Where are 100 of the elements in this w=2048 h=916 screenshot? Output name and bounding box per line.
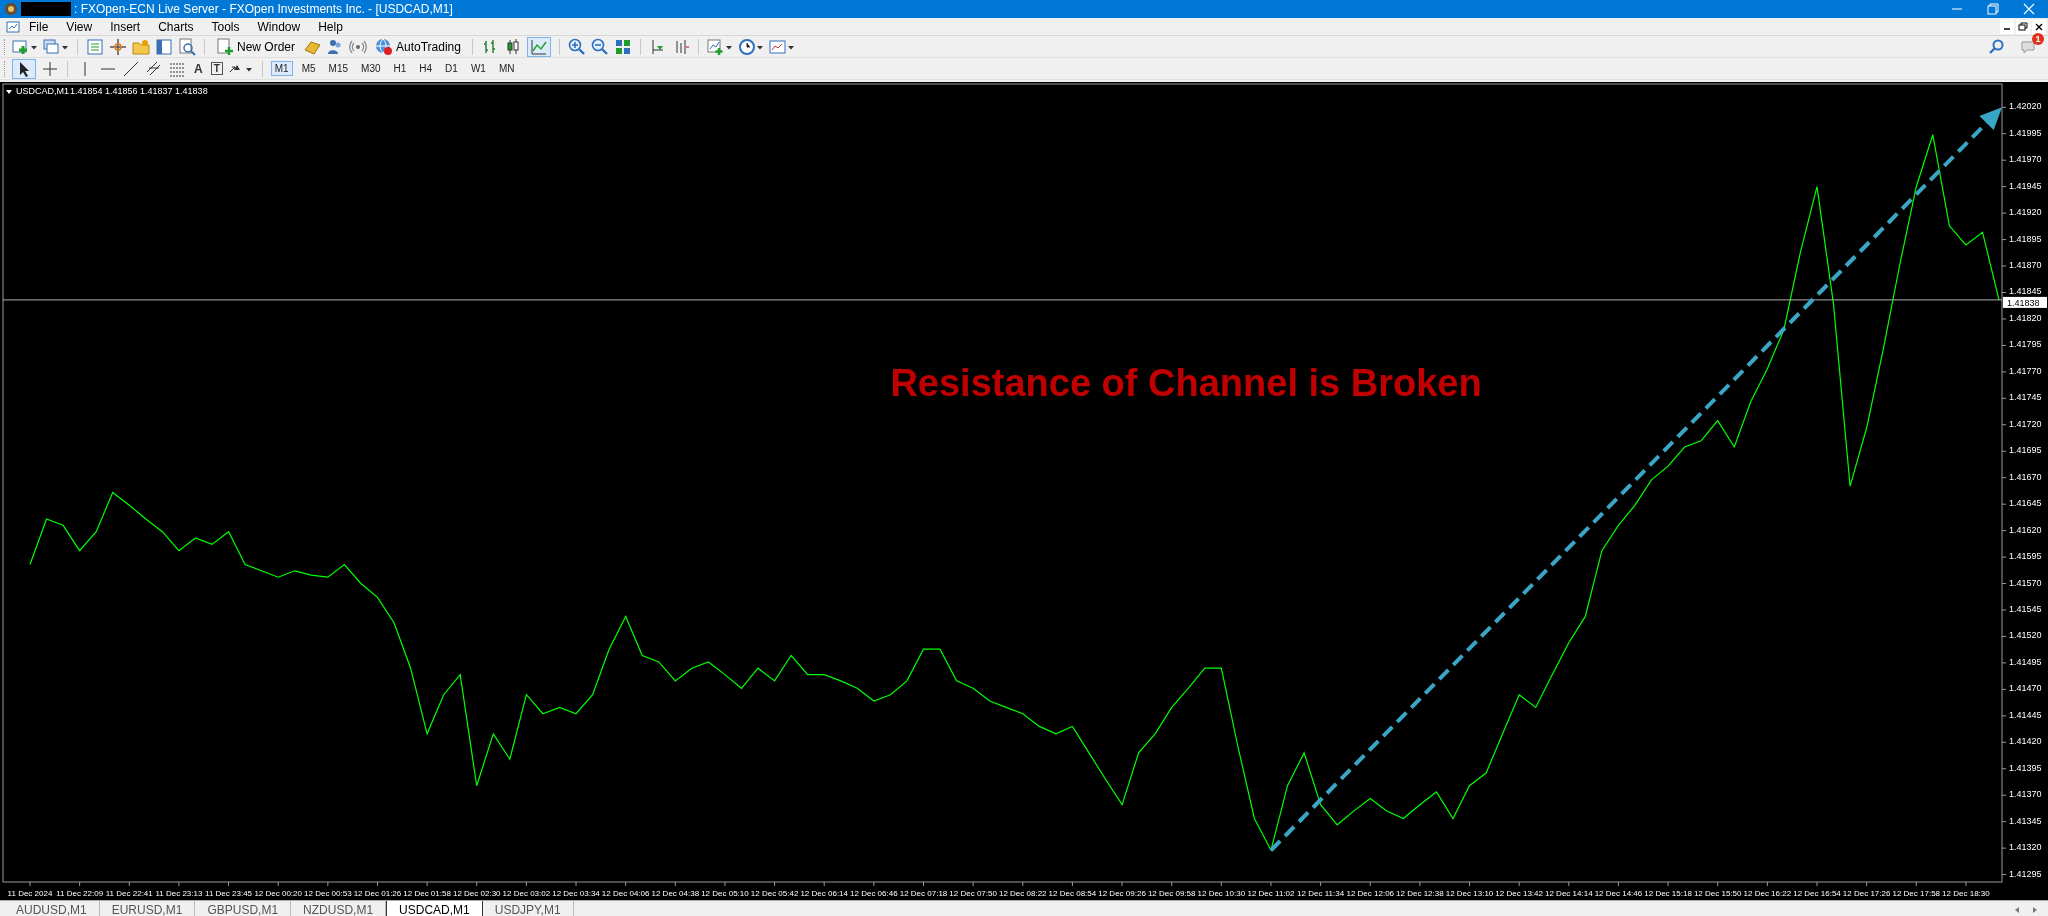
close-icon[interactable] bbox=[2032, 19, 2046, 34]
price-axis-label: 1.41420 bbox=[2009, 736, 2042, 747]
price-axis-label: 1.41970 bbox=[2009, 154, 2042, 165]
chart-symbol: USDCAD,M1 bbox=[16, 86, 69, 96]
chart-quote: 1.41854 1.41856 1.41837 1.41838 bbox=[70, 86, 208, 96]
ref-line-label: 1.41838 bbox=[2007, 297, 2040, 308]
time-axis-label: 12 Dec 16:22 bbox=[1743, 889, 1792, 898]
menu-item[interactable]: Window bbox=[248, 19, 310, 34]
time-axis-label: 12 Dec 00:53 bbox=[304, 889, 352, 898]
price-axis-label: 1.41745 bbox=[2009, 392, 2042, 403]
menu-item[interactable]: Help bbox=[309, 19, 352, 34]
time-axis-label: 12 Dec 06:46 bbox=[850, 889, 898, 898]
indicator-add-icon[interactable] bbox=[706, 37, 733, 56]
time-axis-label: 12 Dec 03:34 bbox=[552, 889, 600, 898]
timeframe-button[interactable]: D1 bbox=[441, 61, 462, 76]
time-axis-label: 12 Dec 17:26 bbox=[1842, 889, 1891, 898]
time-axis-label: 12 Dec 14:14 bbox=[1545, 889, 1593, 898]
new-order-button[interactable]: New Order bbox=[213, 36, 298, 57]
chart-tab[interactable]: EURUSD,M1 bbox=[99, 901, 196, 916]
price-axis-label: 1.41720 bbox=[2009, 418, 2042, 429]
timeframe-button[interactable]: W1 bbox=[466, 61, 490, 76]
menu-item[interactable]: View bbox=[57, 19, 102, 34]
time-axis-label: 12 Dec 12:06 bbox=[1346, 889, 1395, 898]
time-axis-label: 12 Dec 04:38 bbox=[651, 889, 700, 898]
time-axis-label: 12 Dec 11:02 bbox=[1247, 889, 1295, 898]
price-axis-label: 1.41520 bbox=[2009, 630, 2042, 641]
window-title: : FXOpen-ECN Live Server - FXOpen Investments Inc. - [USDCAD,M1] bbox=[74, 2, 454, 16]
current-price-label: 1.41838 bbox=[2003, 296, 2047, 308]
time-axis-label: 12 Dec 06:14 bbox=[800, 889, 848, 898]
chart-annotation-text: Resistance of Channel is Broken bbox=[890, 362, 1482, 405]
price-axis-label: 1.41870 bbox=[2009, 260, 2042, 271]
time-axis-label: 12 Dec 07:18 bbox=[899, 889, 948, 898]
price-axis-label: 1.41370 bbox=[2009, 789, 2042, 800]
menu-item[interactable]: File bbox=[20, 19, 58, 34]
clock-icon[interactable] bbox=[737, 37, 764, 56]
menu-item[interactable]: Charts bbox=[149, 19, 203, 34]
magnifier-document-icon[interactable] bbox=[178, 37, 196, 56]
price-axis-label: 1.41345 bbox=[2009, 815, 2042, 826]
window-panel-icon[interactable] bbox=[155, 37, 173, 56]
price-axis-label: 1.41395 bbox=[2009, 762, 2042, 773]
dropdown-triangle-icon[interactable] bbox=[6, 90, 12, 94]
price-axis-label: 1.41320 bbox=[2009, 842, 2042, 853]
price-axis-label: 1.41570 bbox=[2009, 577, 2042, 588]
zoom-out-icon[interactable] bbox=[590, 37, 609, 56]
list-window-icon[interactable] bbox=[86, 37, 104, 56]
time-axis-label: 11 Dec 22:09 bbox=[56, 889, 104, 898]
price-axis-label: 1.41295 bbox=[2009, 868, 2042, 879]
price-axis-label: 1.41995 bbox=[2009, 127, 2042, 138]
time-axis-label: 12 Dec 04:06 bbox=[601, 889, 650, 898]
restore-icon[interactable] bbox=[2016, 19, 2030, 34]
menu-item[interactable]: Insert bbox=[101, 19, 150, 34]
time-axis-label: 12 Dec 13:10 bbox=[1445, 889, 1494, 898]
search-icon[interactable] bbox=[1988, 37, 2006, 56]
time-axis-label: 11 Dec 22:41 bbox=[105, 889, 153, 898]
channel-icon[interactable] bbox=[145, 59, 163, 78]
time-axis-label: 12 Dec 01:58 bbox=[403, 889, 451, 898]
new-chart-icon[interactable] bbox=[12, 37, 38, 56]
chart-tab[interactable]: USDJPY,M1 bbox=[482, 901, 574, 916]
time-axis-label: 12 Dec 08:22 bbox=[999, 889, 1047, 898]
timeframe-button[interactable]: H4 bbox=[415, 61, 437, 76]
chart-tab[interactable]: GBPUSD,M1 bbox=[195, 901, 292, 916]
time-axis-label: 12 Dec 15:18 bbox=[1644, 889, 1692, 898]
time-axis-label: 12 Dec 15:50 bbox=[1693, 889, 1742, 898]
line-chart-button[interactable] bbox=[526, 36, 551, 57]
timeframe-button[interactable]: MN bbox=[494, 61, 519, 76]
price-axis-label: 1.41670 bbox=[2009, 471, 2042, 482]
trendline-icon[interactable] bbox=[122, 59, 140, 78]
crosshair-icon[interactable] bbox=[41, 59, 59, 78]
price-axis-label: 1.41895 bbox=[2009, 233, 2042, 244]
tile-windows-icon[interactable] bbox=[613, 37, 632, 56]
timeframe-button[interactable]: M30 bbox=[357, 61, 385, 76]
time-axis-label: 11 Dec 23:13 bbox=[155, 889, 203, 898]
timeframe-button[interactable]: M1 bbox=[270, 61, 293, 76]
time-axis-label: 12 Dec 01:26 bbox=[353, 889, 402, 898]
template-icon[interactable] bbox=[768, 37, 795, 56]
price-axis-label: 1.41645 bbox=[2009, 498, 2042, 509]
timeframe-button[interactable]: M15 bbox=[324, 61, 353, 76]
minimize-icon[interactable] bbox=[2000, 19, 2014, 34]
price-axis-label: 1.41920 bbox=[2009, 207, 2042, 218]
timeframe-button[interactable]: M5 bbox=[297, 61, 320, 76]
price-axis-label: 1.41945 bbox=[2009, 180, 2042, 191]
time-axis-label: 12 Dec 08:54 bbox=[1048, 889, 1097, 898]
price-axis-label: 1.41495 bbox=[2009, 656, 2042, 667]
time-axis-label: 12 Dec 10:30 bbox=[1197, 889, 1246, 898]
windows-icon[interactable] bbox=[43, 37, 69, 56]
autotrading-button[interactable]: AutoTrading bbox=[372, 36, 464, 57]
time-axis-label: 12 Dec 09:26 bbox=[1098, 889, 1146, 898]
text-tool[interactable]: A bbox=[191, 61, 206, 76]
time-axis-label: 12 Dec 00:20 bbox=[254, 889, 302, 898]
timeframe-button[interactable]: H1 bbox=[389, 61, 411, 76]
text-label-tool[interactable]: T bbox=[210, 62, 223, 75]
menu-item[interactable]: Tools bbox=[202, 19, 249, 34]
chart-window-icon[interactable] bbox=[6, 19, 20, 34]
cursor-button[interactable] bbox=[12, 58, 36, 79]
zoom-in-icon[interactable] bbox=[567, 37, 586, 56]
time-axis-label: 12 Dec 11:34 bbox=[1297, 889, 1345, 898]
chart-tab[interactable]: USDCAD,M1 bbox=[386, 901, 483, 916]
price-axis-label: 1.41770 bbox=[2009, 365, 2042, 376]
line-chart-icon bbox=[529, 37, 548, 56]
chart-tab[interactable]: AUDUSD,M1 bbox=[4, 901, 100, 916]
